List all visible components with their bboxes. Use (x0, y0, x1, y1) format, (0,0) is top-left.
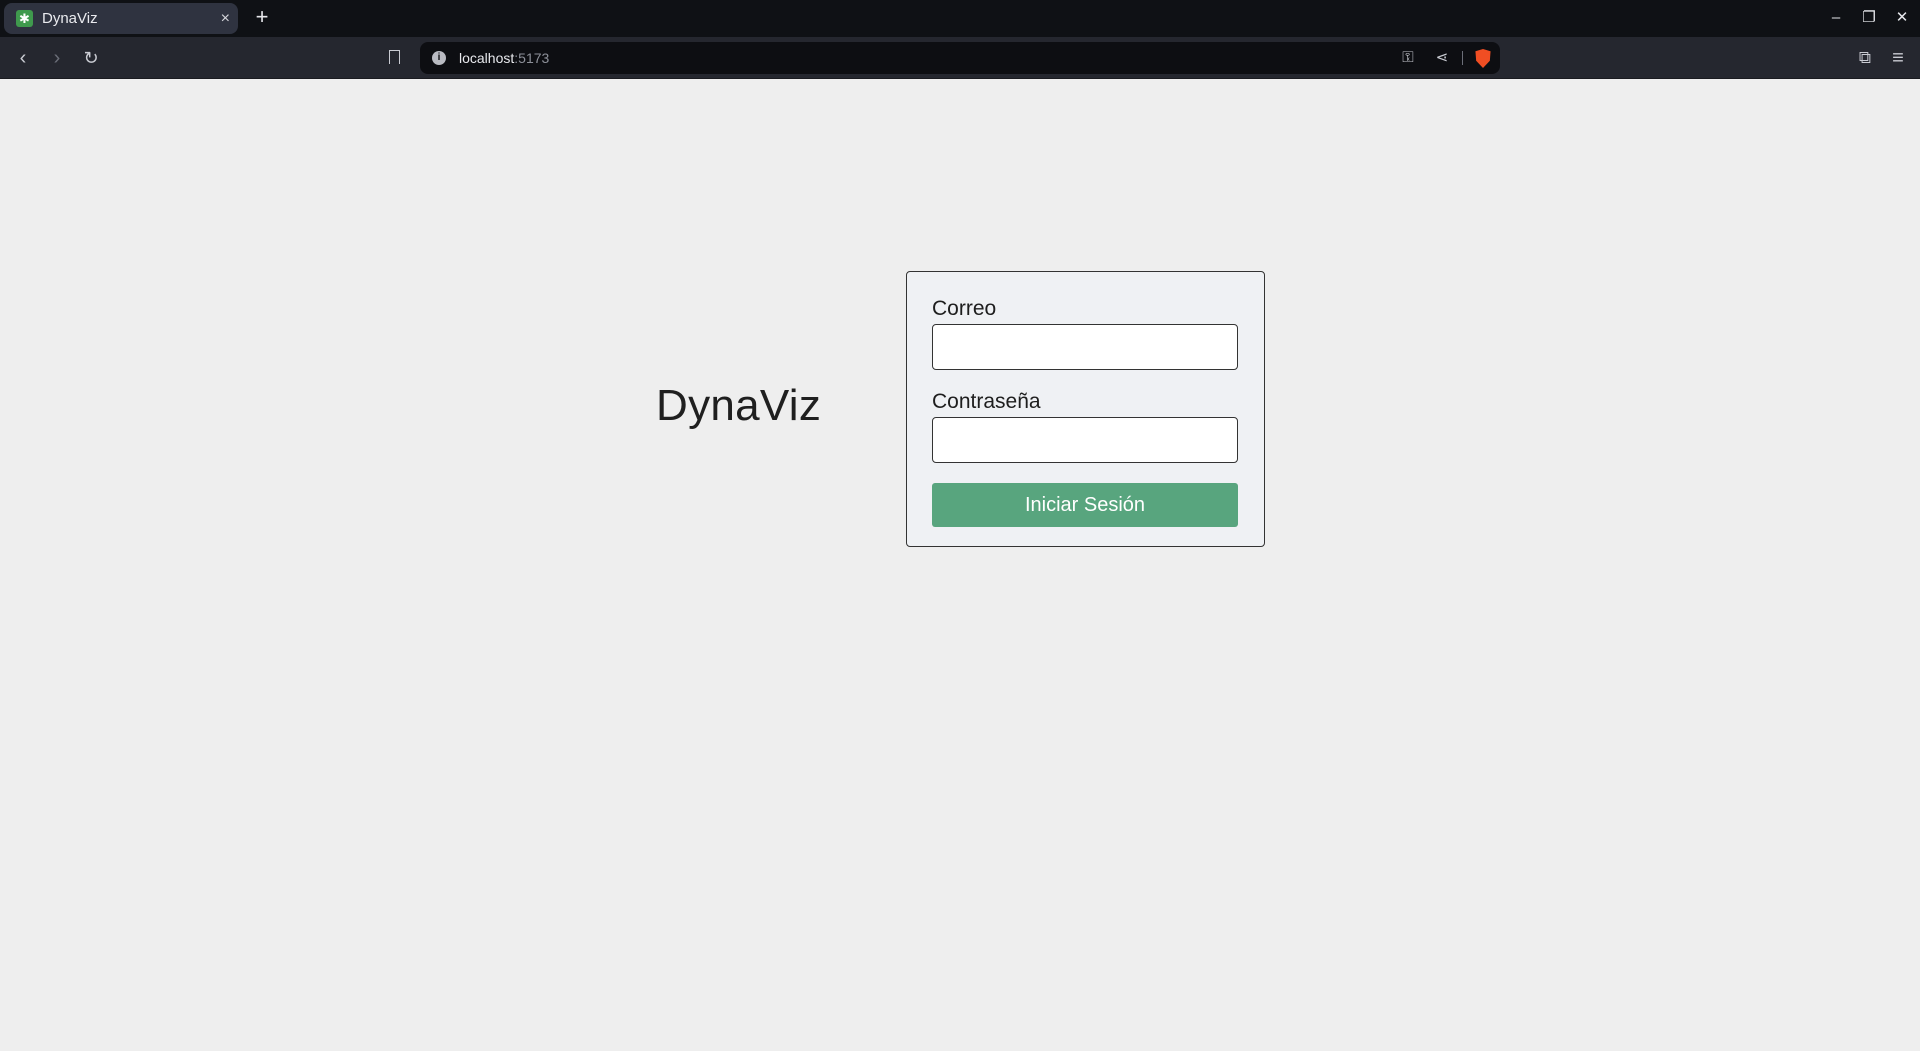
tab-close-icon[interactable]: × (221, 10, 230, 28)
share-icon[interactable]: ⋖ (1432, 48, 1452, 68)
site-info-icon[interactable]: i (432, 51, 446, 65)
menu-icon[interactable]: ≡ (1886, 46, 1910, 70)
dynaviz-favicon-icon: ✱ (16, 10, 33, 27)
new-tab-button[interactable]: + (250, 5, 274, 29)
browser-toolbar: ‹ › ↻ i localhost:5173 ⚿ ⋖ ⧉ ≡ (0, 37, 1920, 79)
reload-icon[interactable]: ↻ (79, 46, 103, 70)
password-field[interactable] (932, 417, 1238, 463)
minimize-icon[interactable]: – (1826, 8, 1846, 28)
url-text[interactable]: localhost:5173 (459, 42, 549, 74)
address-bar-divider (1462, 51, 1463, 65)
bookmark-icon[interactable] (389, 50, 400, 64)
brave-shields-icon[interactable] (1475, 49, 1491, 68)
close-window-icon[interactable]: ✕ (1892, 8, 1912, 28)
tab-title: DynaViz (42, 10, 98, 27)
back-icon[interactable]: ‹ (11, 46, 35, 70)
password-label: Contraseña (932, 390, 1041, 413)
login-button[interactable]: Iniciar Sesión (932, 483, 1238, 527)
brand-title: DynaViz (656, 381, 822, 430)
forward-icon[interactable]: › (45, 46, 69, 70)
browser-tabstrip: ✱ DynaViz × + – ❐ ✕ (0, 0, 1920, 37)
browser-tab-active[interactable]: ✱ DynaViz × (4, 3, 238, 34)
extensions-icon[interactable]: ⧉ (1853, 46, 1877, 70)
login-form: Correo Contraseña Iniciar Sesión (906, 271, 1265, 547)
key-icon[interactable]: ⚿ (1398, 48, 1418, 68)
url-port: :5173 (514, 50, 550, 66)
url-host: localhost (459, 50, 515, 66)
address-bar[interactable]: i localhost:5173 ⚿ ⋖ (420, 42, 1500, 74)
email-label: Correo (932, 297, 997, 320)
email-field[interactable] (932, 324, 1238, 370)
page-body: DynaViz Correo Contraseña Iniciar Sesión (0, 79, 1920, 1051)
restore-icon[interactable]: ❐ (1859, 8, 1879, 28)
